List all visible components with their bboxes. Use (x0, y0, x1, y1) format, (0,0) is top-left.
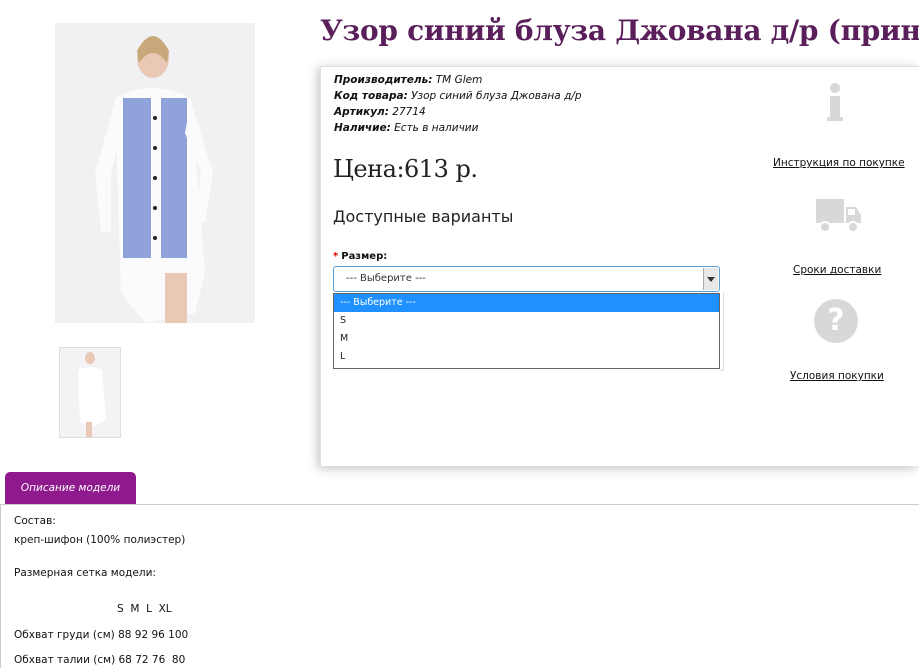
composition-value: креп-шифон (100% полиэстер) (14, 534, 186, 546)
size-select-value: --- Выберите --- (346, 273, 426, 284)
price: Цена:613 р. (333, 155, 478, 183)
size-chart-header: S M L XL (117, 603, 172, 615)
chevron-down-icon[interactable] (703, 268, 718, 290)
availability-value: Есть в наличии (394, 122, 479, 134)
product-thumbnail[interactable] (59, 347, 121, 438)
question-icon[interactable]: ? (814, 299, 858, 343)
manufacturer-label: Производитель: (334, 74, 433, 86)
size-option-m[interactable]: M (334, 330, 719, 348)
size-option-s[interactable]: S (334, 312, 719, 330)
sku-row: Артикул: 27714 (334, 104, 582, 120)
chest-row: Обхват груди (см) 88 92 96 100 (14, 629, 189, 641)
size-option-l[interactable]: L (334, 348, 719, 366)
info-icon[interactable] (827, 83, 843, 125)
tab-divider (0, 504, 919, 505)
product-info-panel: Производитель: TM Glem Код товара: Узор … (320, 66, 919, 466)
product-main-image[interactable] (55, 23, 255, 323)
size-option-placeholder[interactable]: --- Выберите --- (334, 294, 719, 312)
code-row: Код товара: Узор синий блуза Джована д/р (334, 88, 582, 104)
size-select[interactable]: --- Выберите --- (333, 266, 720, 292)
waist-row: Обхват талии (см) 68 72 76 80 (14, 654, 186, 666)
size-chart-label: Размерная сетка модели: (14, 567, 156, 579)
description-border (0, 505, 1, 668)
required-mark: * (333, 251, 339, 262)
product-meta: Производитель: TM Glem Код товара: Узор … (334, 72, 582, 136)
delivery-link[interactable]: Сроки доставки (793, 264, 881, 276)
add-to-cart-box-edge (720, 293, 724, 371)
thumbnail-photo (60, 348, 120, 437)
blouse-photo (55, 23, 255, 323)
availability-label: Наличие: (334, 122, 391, 134)
size-label-text: Размер: (341, 251, 388, 262)
sku-value: 27714 (392, 106, 426, 118)
manufacturer-value: TM Glem (435, 74, 483, 86)
code-label: Код товара: (334, 90, 408, 102)
truck-icon[interactable] (814, 195, 862, 235)
instructions-link[interactable]: Инструкция по покупке (773, 157, 905, 169)
product-title: Узор синий блуза Джована д/р (принт) (320, 14, 919, 47)
variants-heading: Доступные варианты (333, 207, 514, 226)
code-value: Узор синий блуза Джована д/р (411, 90, 582, 102)
sku-label: Артикул: (334, 106, 389, 118)
terms-link[interactable]: Условия покупки (790, 370, 884, 382)
size-label: * Размер: (333, 251, 387, 262)
tab-description[interactable]: Описание модели (5, 472, 136, 505)
availability-row: Наличие: Есть в наличии (334, 120, 582, 136)
size-dropdown[interactable]: --- Выберите --- S M L (333, 293, 720, 369)
composition-label: Состав: (14, 515, 56, 527)
manufacturer-row: Производитель: TM Glem (334, 72, 582, 88)
